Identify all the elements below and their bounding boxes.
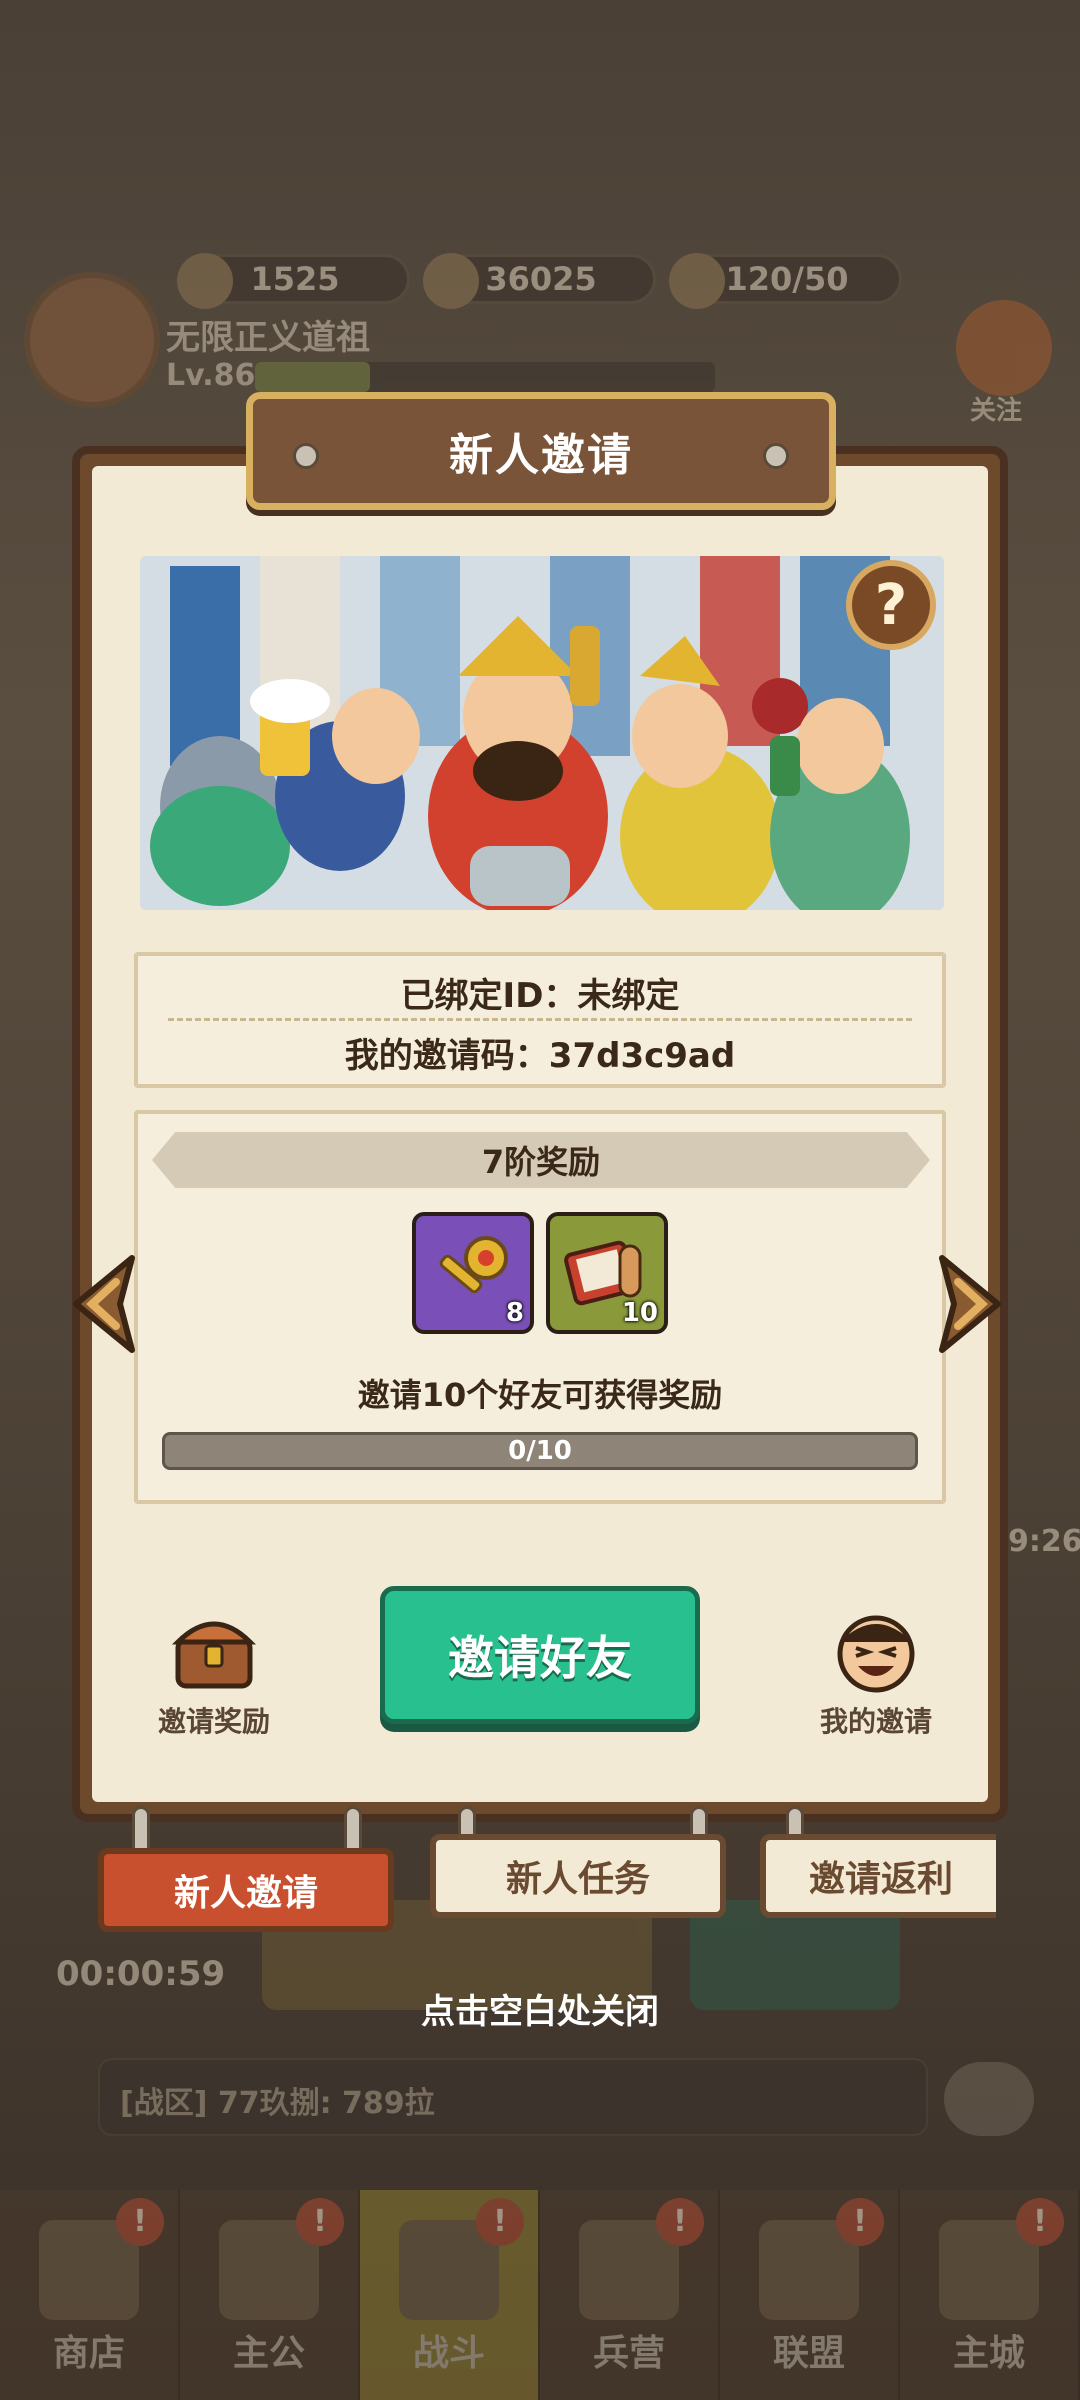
next-tier-arrow-icon[interactable]	[934, 1252, 1008, 1356]
nav-barracks: ! 兵营	[540, 2190, 720, 2400]
golden-key-icon	[439, 1236, 508, 1294]
invite-progress-bar: 0/10	[162, 1432, 918, 1470]
bottom-nav: ! 商店 ! 主公 ! 战斗 ! 兵营 ! 联盟 ! 主城	[0, 2190, 1080, 2400]
modal-title-plaque: 新人邀请	[246, 392, 836, 510]
tier-label: 7阶奖励	[481, 1143, 601, 1181]
follow-label: 关注	[970, 396, 1023, 426]
my-invites-button[interactable]: 我的邀请	[796, 1606, 956, 1740]
alert-badge-icon: !	[836, 2198, 884, 2246]
treasure-chest-icon	[164, 1606, 264, 1696]
reward-item-golden-key[interactable]: 8	[412, 1212, 534, 1334]
dashed-divider	[168, 1018, 912, 1021]
nav-lord: ! 主公	[180, 2190, 360, 2400]
help-question-icon[interactable]: ?	[846, 560, 936, 650]
close-hint: 点击空白处关闭	[421, 1992, 659, 2032]
side-timer: 9:26	[1008, 1524, 1080, 1559]
coin-resource: 36025	[423, 253, 656, 309]
stamina-resource: 120/50	[669, 253, 902, 309]
banner-illustration	[140, 556, 944, 910]
invite-rewards-label: 邀请奖励	[157, 1705, 270, 1738]
alert-badge-icon: !	[296, 2198, 344, 2246]
reward-item-scroll-book[interactable]: 10	[546, 1212, 668, 1334]
alert-badge-icon: !	[476, 2198, 524, 2246]
tab-newcomer-invite[interactable]: 新人邀请	[98, 1848, 394, 1932]
invite-code-text[interactable]: 我的邀请码：37d3c9ad	[138, 1028, 942, 1077]
progress-text: 0/10	[508, 1436, 572, 1466]
gold-resource: 1525	[177, 253, 410, 309]
tab-invite-rebate[interactable]: 邀请返利	[760, 1834, 996, 1918]
nav-shop: ! 商店	[0, 2190, 180, 2400]
player-avatar	[24, 272, 160, 408]
laughing-hero-icon	[826, 1606, 926, 1696]
bound-id-text: 已绑定ID：未绑定	[400, 976, 680, 1016]
stamina-icon	[669, 253, 725, 309]
alert-badge-icon: !	[1016, 2198, 1064, 2246]
nav-city: ! 主城	[900, 2190, 1080, 2400]
alert-badge-icon: !	[656, 2198, 704, 2246]
rivet-icon	[293, 443, 319, 469]
prev-tier-arrow-icon[interactable]	[66, 1252, 140, 1356]
tier-ribbon: 7阶奖励	[152, 1132, 930, 1188]
tab-newcomer-tasks[interactable]: 新人任务	[430, 1834, 726, 1918]
follow-icon	[956, 300, 1052, 396]
alert-badge-icon: !	[116, 2198, 164, 2246]
gold-ingot-icon	[177, 253, 233, 309]
nav-battle: ! 战斗	[360, 2190, 540, 2400]
reward-count: 8	[505, 1298, 524, 1328]
chat-bar: [战区] 77玖捌: 789拉	[98, 2058, 928, 2136]
invite-condition-text: 邀请10个好友可获得奖励	[357, 1376, 723, 1414]
my-invites-label: 我的邀请	[819, 1705, 932, 1738]
modal-title: 新人邀请	[449, 430, 633, 481]
reward-count: 10	[621, 1298, 658, 1328]
coin-icon	[423, 253, 479, 309]
invite-rewards-button[interactable]: 邀请奖励	[134, 1606, 294, 1740]
player-name: 无限正义道祖	[166, 318, 370, 358]
invite-friends-button[interactable]: 邀请好友	[380, 1586, 700, 1724]
player-level: Lv.86	[166, 358, 256, 393]
rivet-icon	[763, 443, 789, 469]
nav-alliance: ! 联盟	[720, 2190, 900, 2400]
invite-info-box: 已绑定ID：未绑定 我的邀请码：37d3c9ad	[134, 952, 946, 1088]
heroes-toasting-illustration	[140, 556, 944, 910]
exp-bar	[255, 362, 715, 392]
chat-bubble-icon	[944, 2062, 1034, 2136]
